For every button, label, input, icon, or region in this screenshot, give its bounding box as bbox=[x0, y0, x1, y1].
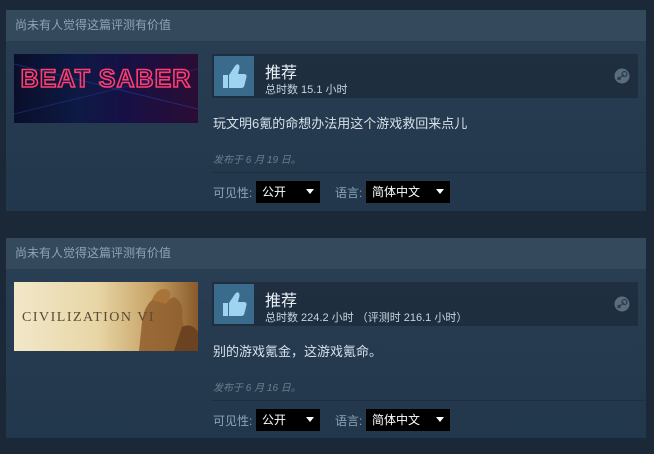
vote-summary: 推荐 总时数 15.1 小时 bbox=[212, 54, 638, 98]
visibility-label: 可见性: bbox=[213, 186, 253, 200]
vote-title: 推荐 bbox=[265, 65, 298, 82]
play-hours: 总时数 15.1 小时 bbox=[265, 84, 348, 96]
vote-summary: 推荐 总时数 224.2 小时 （评测时 216.1 小时） bbox=[212, 282, 638, 326]
chevron-down-icon bbox=[436, 417, 444, 422]
language-dropdown[interactable]: 简体中文 bbox=[366, 181, 450, 203]
steam-icon bbox=[614, 68, 630, 84]
language-dropdown[interactable]: 简体中文 bbox=[366, 409, 450, 431]
visibility-value: 公开 bbox=[262, 413, 287, 427]
posted-date: 发布于 6 月 19 日。 bbox=[213, 155, 301, 166]
game-logo: CIVILIZATION VI bbox=[22, 310, 155, 325]
divider bbox=[212, 172, 646, 173]
visibility-dropdown[interactable]: 公开 bbox=[256, 409, 320, 431]
vote-title: 推荐 bbox=[265, 293, 298, 310]
language-label: 语言: bbox=[335, 186, 363, 200]
visibility-dropdown[interactable]: 公开 bbox=[256, 181, 320, 203]
review-controls: 可见性: 公开 语言: 简体中文 bbox=[213, 181, 643, 203]
thumbs-up-icon bbox=[214, 56, 254, 96]
posted-date: 发布于 6 月 16 日。 bbox=[213, 383, 301, 394]
review-controls: 可见性: 公开 语言: 简体中文 bbox=[213, 409, 643, 431]
chevron-down-icon bbox=[306, 417, 314, 422]
steam-icon bbox=[614, 296, 630, 312]
play-hours: 总时数 224.2 小时 （评测时 216.1 小时） bbox=[265, 312, 468, 324]
chevron-down-icon bbox=[306, 189, 314, 194]
game-logo: BEAT SABER bbox=[21, 65, 192, 93]
game-thumbnail[interactable]: CIVILIZATION VI bbox=[14, 282, 198, 351]
game-thumbnail[interactable]: BEAT SABER bbox=[14, 54, 198, 123]
review-helpful-header: 尚未有人觉得这篇评测有价值 bbox=[6, 238, 646, 270]
review-helpful-header: 尚未有人觉得这篇评测有价值 bbox=[6, 10, 646, 42]
visibility-value: 公开 bbox=[262, 185, 287, 199]
language-value: 简体中文 bbox=[372, 413, 421, 427]
review-card: 尚未有人觉得这篇评测有价值 CIVILIZATION VI 推荐 总时数 224… bbox=[6, 238, 646, 438]
divider bbox=[212, 400, 646, 401]
review-text: 别的游戏氪金，这游戏氪命。 bbox=[213, 344, 383, 359]
chevron-down-icon bbox=[436, 189, 444, 194]
visibility-label: 可见性: bbox=[213, 414, 253, 428]
thumbs-up-icon bbox=[214, 284, 254, 324]
language-value: 简体中文 bbox=[372, 185, 421, 199]
review-card: 尚未有人觉得这篇评测有价值 BEAT SABER 推荐 总时数 15.1 小时 … bbox=[6, 10, 646, 211]
review-text: 玩文明6氪的命想办法用这个游戏救回来点儿 bbox=[213, 116, 468, 131]
language-label: 语言: bbox=[335, 414, 363, 428]
